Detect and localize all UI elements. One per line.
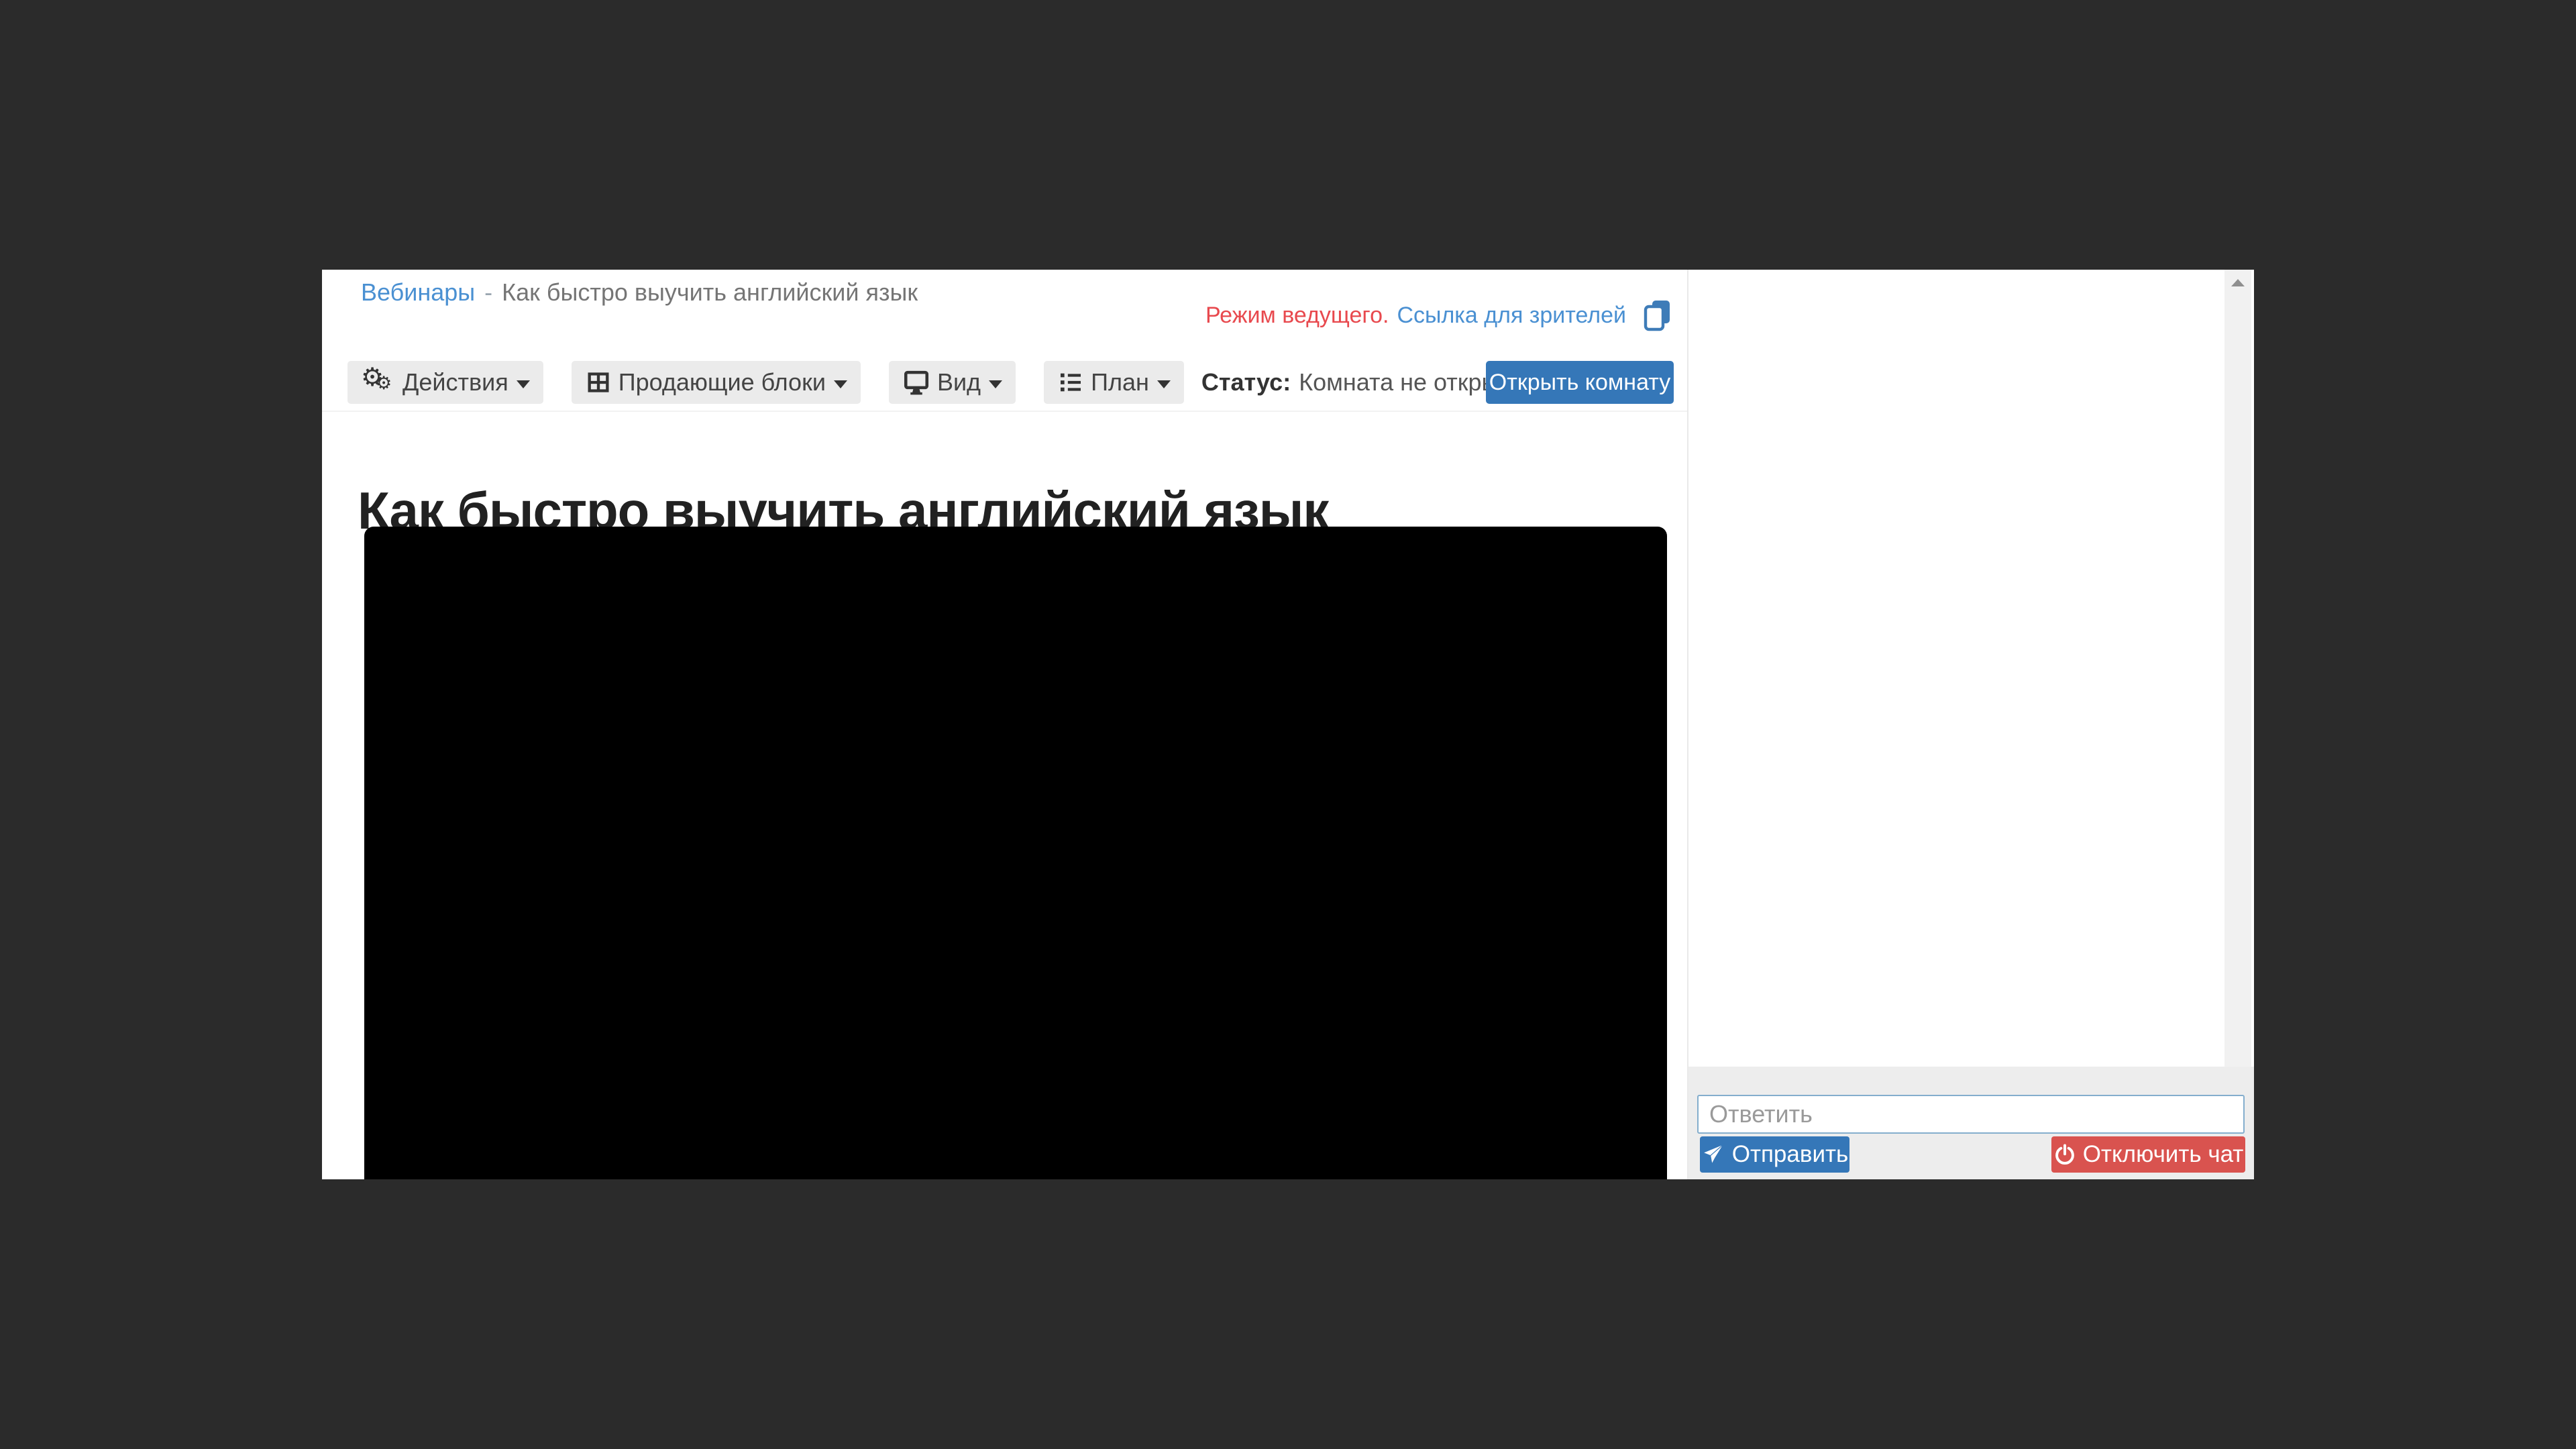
plan-button[interactable]: План — [1044, 361, 1184, 404]
chat-reply-input[interactable] — [1697, 1095, 2245, 1134]
view-button-label: Вид — [937, 368, 981, 396]
send-message-button-label: Отправить — [1732, 1141, 1849, 1168]
video-area[interactable] — [364, 527, 1667, 1179]
actions-button[interactable]: ⚙⚙ Действия — [347, 361, 543, 404]
caret-down-icon — [989, 380, 1002, 388]
chat-scrollbar[interactable] — [2224, 270, 2251, 1067]
paper-plane-icon — [1701, 1142, 1725, 1167]
chat-message-list[interactable] — [1688, 270, 2224, 1067]
caret-down-icon — [517, 380, 530, 388]
plan-button-label: План — [1091, 368, 1149, 396]
header-right: Режим ведущего. Ссылка для зрителей — [1205, 299, 1672, 331]
room-status: Статус: Комната не открыта — [1201, 361, 1523, 404]
selling-blocks-button[interactable]: Продающие блоки — [572, 361, 861, 404]
caret-down-icon — [1157, 380, 1171, 388]
gears-icon: ⚙⚙ — [361, 365, 396, 400]
actions-button-label: Действия — [402, 368, 508, 396]
breadcrumb-webinars-link[interactable]: Вебинары — [361, 278, 475, 307]
webinar-app-window: Вебинары - Как быстро выучить английский… — [0, 0, 2576, 1449]
view-button[interactable]: Вид — [889, 361, 1016, 404]
disable-chat-button[interactable]: Отключить чат — [2051, 1136, 2245, 1173]
power-icon — [2053, 1143, 2076, 1166]
up-arrow-icon[interactable] — [2231, 279, 2245, 286]
host-mode-text: Режим ведущего. — [1205, 301, 1389, 329]
breadcrumb-separator: - — [484, 278, 492, 307]
toolbar-divider — [322, 411, 1687, 412]
status-label: Статус: — [1201, 368, 1291, 396]
caret-down-icon — [834, 380, 847, 388]
copy-icon[interactable] — [1644, 299, 1672, 331]
breadcrumb: Вебинары - Как быстро выучить английский… — [361, 278, 918, 307]
breadcrumb-current-page: Как быстро выучить английский язык — [502, 278, 918, 307]
open-room-button[interactable]: Открыть комнату — [1486, 361, 1674, 404]
viewers-link[interactable]: Ссылка для зрителей — [1397, 301, 1626, 329]
list-icon — [1057, 369, 1084, 396]
toolbar: ⚙⚙ Действия Продающие блоки Вид — [347, 361, 1523, 404]
monitor-icon — [902, 368, 930, 396]
selling-blocks-button-label: Продающие блоки — [619, 368, 826, 396]
grid-icon — [585, 369, 612, 396]
disable-chat-button-label: Отключить чат — [2083, 1141, 2244, 1168]
send-message-button[interactable]: Отправить — [1700, 1136, 1849, 1173]
